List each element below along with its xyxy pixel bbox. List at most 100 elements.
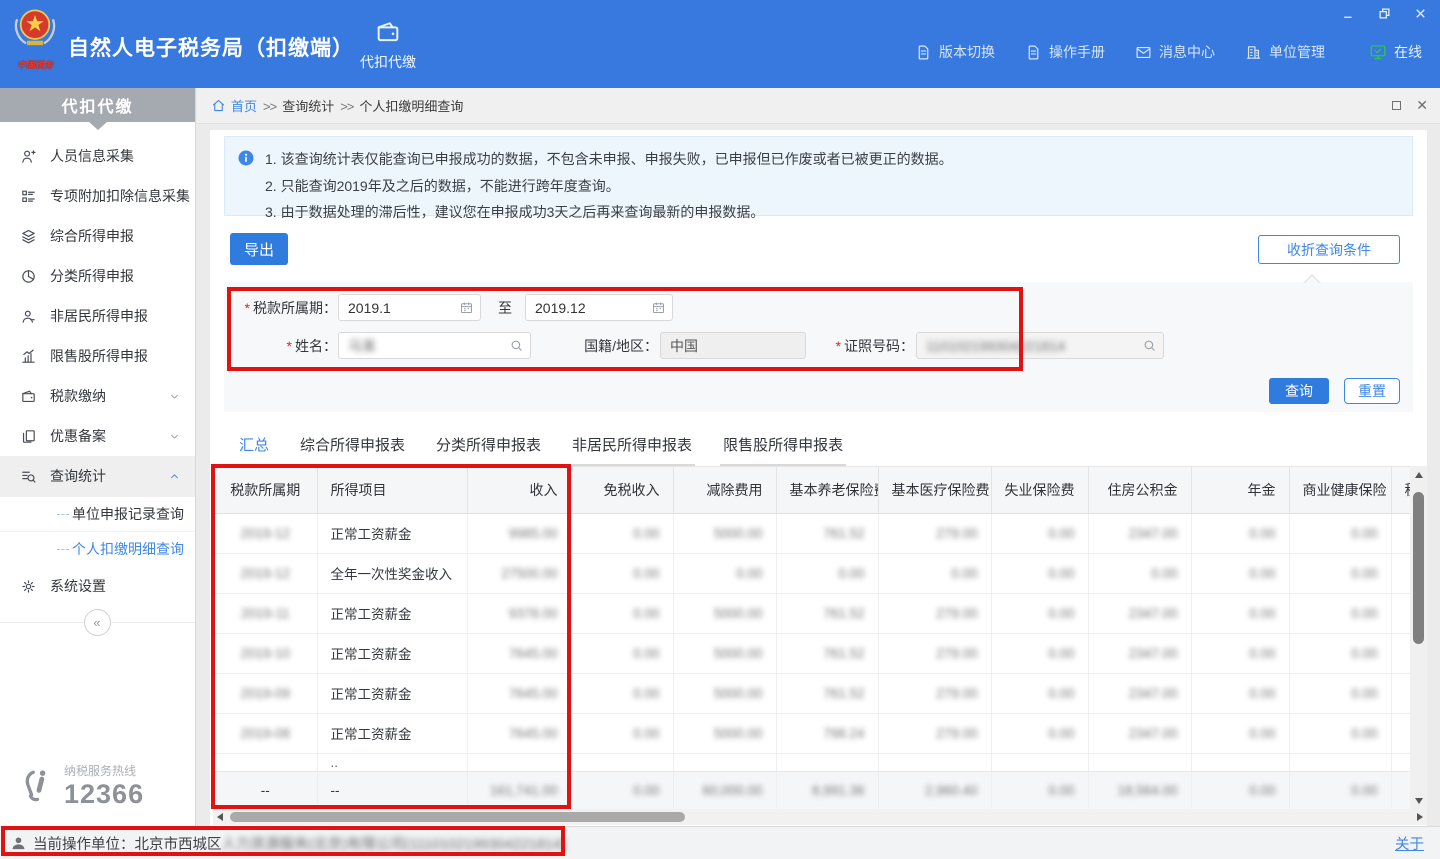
sidebar-collapse-button[interactable]: « <box>84 609 111 636</box>
table-cell-value: 2019-10 <box>240 646 290 661</box>
sidebar-item[interactable]: 分类所得申报 <box>0 256 195 296</box>
form-list-icon <box>20 188 37 205</box>
id-number-input[interactable]: 110102199304221814 <box>916 332 1164 359</box>
copy-icon <box>20 428 37 445</box>
table-cell-value: 0.00 <box>951 566 977 581</box>
scroll-left-icon[interactable] <box>213 809 227 825</box>
tab-report[interactable]: 分类所得申报表 <box>433 430 544 466</box>
breadcrumb-item[interactable]: 个人扣缴明细查询 <box>359 99 463 114</box>
table-row[interactable]: 2019-08正常工资薪金7645.000.005000.00798.24279… <box>214 713 1410 753</box>
sidebar-subitem[interactable]: 个人扣缴明细查询 <box>0 531 195 566</box>
table-header-cell: 减除费用 <box>673 467 776 513</box>
table-cell-value: 0.00 <box>1351 726 1377 741</box>
sidebar-item[interactable]: 优惠备案 <box>0 416 195 456</box>
app-title: 自然人电子税务局（扣缴端） <box>68 32 354 62</box>
search-icon[interactable] <box>509 338 524 353</box>
search-button[interactable]: 查询 <box>1269 378 1329 404</box>
table-row[interactable]: 2019-10正常工资薪金7645.000.005000.00761.52279… <box>214 633 1410 673</box>
horizontal-scrollbar[interactable] <box>213 809 1427 825</box>
search-icon[interactable] <box>1142 338 1157 353</box>
vertical-scrollbar[interactable] <box>1410 466 1427 809</box>
name-input[interactable]: 马某 <box>338 332 531 359</box>
scroll-down-icon[interactable] <box>1410 793 1427 808</box>
period-from-input[interactable]: 2019.1 <box>338 294 481 321</box>
table-header-cell: 商业健康保险 <box>1289 467 1391 513</box>
frame-close-icon[interactable]: ✕ <box>1416 97 1428 114</box>
table-cell-value: 2347.00 <box>1129 526 1178 541</box>
horizontal-scrollbar-thumb[interactable] <box>230 812 685 822</box>
online-status[interactable]: 在线 <box>1369 42 1422 62</box>
table-cell-value: 5000.00 <box>714 686 763 701</box>
status-bar: 当前操作单位：北京市西城区 人力资源服务(北京)有限公司(11101021993… <box>0 826 1440 859</box>
table-cell-value: .. <box>331 755 339 770</box>
sidebar-item[interactable]: 人员信息采集 <box>0 136 195 176</box>
breadcrumb-home[interactable]: 首页 <box>231 96 257 115</box>
info-icon <box>237 149 255 215</box>
query-actions: 查询 重置 <box>1269 378 1400 404</box>
export-button[interactable]: 导出 <box>230 233 288 265</box>
breadcrumb-item[interactable]: 查询统计 <box>282 99 334 114</box>
document-icon <box>1025 44 1042 61</box>
about-link[interactable]: 关于 <box>1395 833 1424 854</box>
table-row[interactable]: ----161,741.000.0060,000.008,991.362,960… <box>214 771 1410 809</box>
document-icon <box>915 44 932 61</box>
reset-button[interactable]: 重置 <box>1344 378 1400 404</box>
table-cell-value: -- <box>261 783 270 798</box>
sidebar-item[interactable]: 限售股所得申报 <box>0 336 195 376</box>
table-cell-value: 9378.00 <box>509 606 558 621</box>
sidebar-item[interactable]: 税款缴纳 <box>0 376 195 416</box>
table-cell-value: 0.00 <box>633 783 659 798</box>
collapse-query-button[interactable]: 收折查询条件 <box>1258 235 1400 264</box>
header-menu-item[interactable]: 操作手册 <box>1025 42 1105 62</box>
table-cell-value: 正常工资薪金 <box>331 687 412 702</box>
sidebar-item-label: 优惠备案 <box>50 426 106 446</box>
calendar-icon[interactable] <box>651 300 666 315</box>
result-table-wrap: 税款所属期所得项目收入免税收入减除费用基本养老保险费基本医疗保险费失业保险费住房… <box>213 466 1410 809</box>
sidebar-item[interactable]: 非居民所得申报 <box>0 296 195 336</box>
table-row[interactable]: 2019-12正常工资薪金9985.000.005000.00761.52279… <box>214 513 1410 553</box>
table-cell-value: 0.00 <box>1048 726 1074 741</box>
vertical-scrollbar-thumb[interactable] <box>1413 492 1424 644</box>
table-header-cell: 基本养老保险费 <box>776 467 878 513</box>
sidebar-item[interactable]: 查询统计 <box>0 456 195 496</box>
sidebar-subitem[interactable]: 单位申报记录查询 <box>0 496 195 531</box>
tab-report[interactable]: 限售股所得申报表 <box>720 430 846 466</box>
wallet-icon <box>20 388 37 405</box>
notice-line: 3. 由于数据处理的滞后性，建议您在申报成功3天之后再来查询最新的申报数据。 <box>265 199 953 226</box>
table-cell-value: 0.00 <box>1249 646 1275 661</box>
header-menu-item[interactable]: 消息中心 <box>1135 42 1215 62</box>
restore-icon[interactable] <box>1374 4 1394 22</box>
frame-maximize-icon[interactable] <box>1392 101 1401 110</box>
sidebar-item[interactable]: 综合所得申报 <box>0 216 195 256</box>
table-row[interactable]: 2019-12全年一次性奖金收入27500.000.000.000.000.00… <box>214 553 1410 593</box>
calendar-icon[interactable] <box>459 300 474 315</box>
minimize-icon[interactable] <box>1338 4 1358 22</box>
table-cell-value: 761.52 <box>823 686 864 701</box>
header-menu-item[interactable]: 版本切换 <box>915 42 995 62</box>
close-icon[interactable] <box>1410 4 1430 22</box>
content-panel: 1. 该查询统计表仅能查询已申报成功的数据，不包含未申报、申报失败，已申报但已作… <box>210 130 1427 826</box>
tab-withholding-module[interactable]: 代扣代缴 <box>348 18 428 72</box>
sidebar-item[interactable]: 系统设置 <box>0 566 195 606</box>
tab-report[interactable]: 综合所得申报表 <box>297 430 408 466</box>
result-tabs: 汇总综合所得申报表分类所得申报表非居民所得申报表限售股所得申报表 <box>236 430 846 466</box>
table-cell-value: 161,741.00 <box>490 783 558 798</box>
tab-active[interactable]: 汇总 <box>236 430 272 466</box>
table-row[interactable]: .. <box>214 753 1410 771</box>
period-to-input[interactable]: 2019.12 <box>525 294 673 321</box>
nationality-input: 中国 <box>660 332 806 359</box>
table-cell-value: 0.00 <box>1351 646 1377 661</box>
table-cell-value: 27500.00 <box>501 566 557 581</box>
logo-caption: 中国税务 <box>8 58 62 71</box>
header-menu-item[interactable]: 单位管理 <box>1245 42 1325 62</box>
scroll-right-icon[interactable] <box>1413 809 1427 825</box>
sidebar-item[interactable]: 专项附加扣除信息采集 <box>0 176 195 216</box>
table-row[interactable]: 2019-09正常工资薪金7645.000.005000.00761.52279… <box>214 673 1410 713</box>
tab-report[interactable]: 非居民所得申报表 <box>569 430 695 466</box>
table-row[interactable]: 2019-11正常工资薪金9378.000.005000.00761.52279… <box>214 593 1410 633</box>
scroll-up-icon[interactable] <box>1410 467 1427 482</box>
table-cell-value: 279.00 <box>936 726 977 741</box>
table-cell-value: 761.52 <box>823 646 864 661</box>
period-label: *税款所属期： <box>224 298 337 318</box>
table-header-cell: 基本医疗保险费 <box>878 467 991 513</box>
